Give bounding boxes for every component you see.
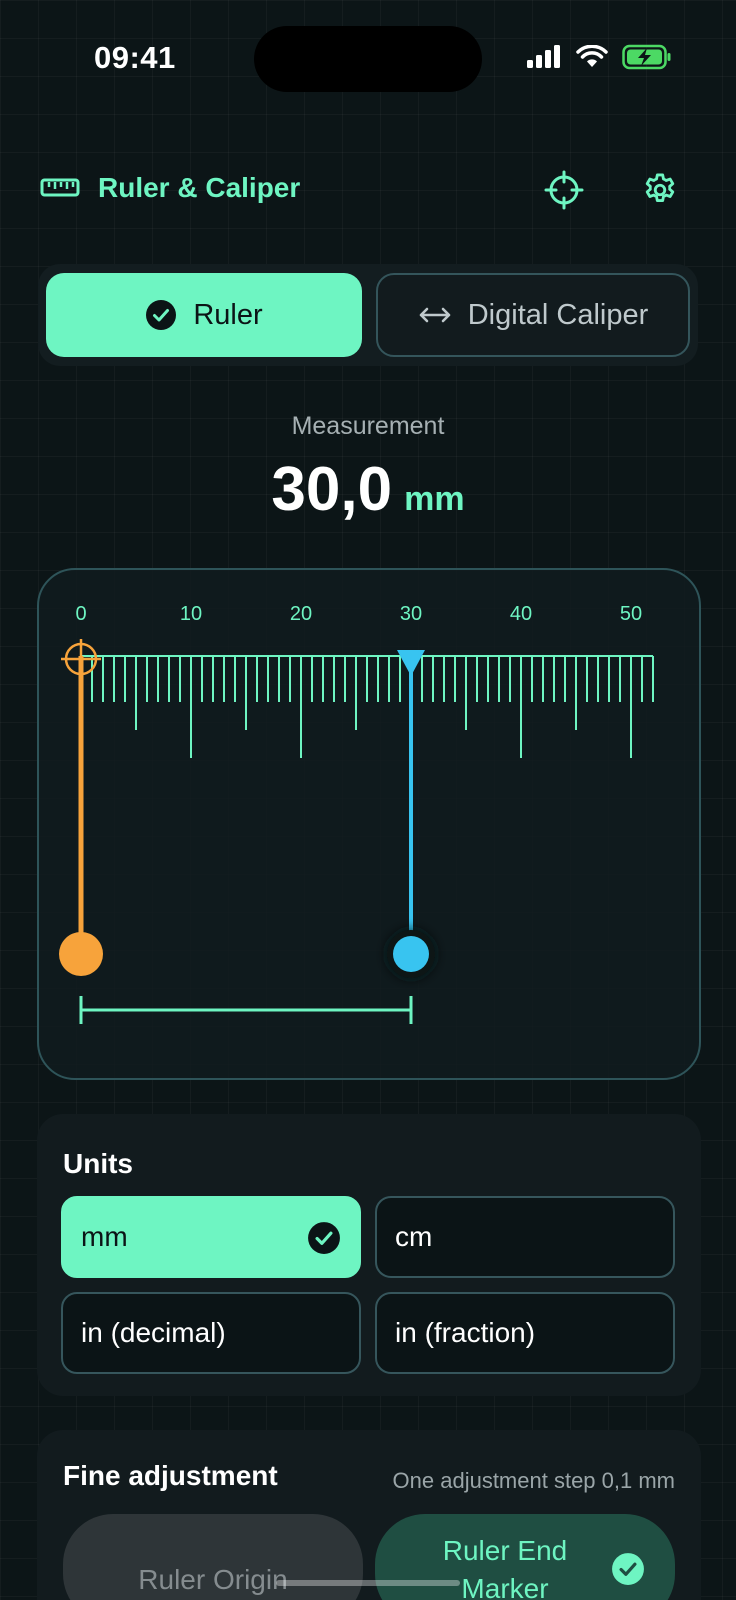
- check-circle-icon: [612, 1553, 644, 1585]
- ruler-scale-label: 30: [400, 603, 422, 625]
- home-indicator: [276, 1580, 460, 1586]
- ruler-end-label-line1: Ruler End: [442, 1535, 568, 1566]
- unit-option-label: in (decimal): [81, 1317, 226, 1348]
- unit-option-label: mm: [81, 1221, 128, 1252]
- ruler-scale-label: 20: [290, 603, 312, 625]
- measurement-readout: 30,0 mm: [0, 454, 736, 525]
- arrows-horizontal-icon: [419, 307, 451, 323]
- ruler-end-label: Ruler End Marker: [443, 1532, 568, 1600]
- ruler-scale-label: 50: [620, 603, 642, 625]
- measurement-label: Measurement: [291, 412, 445, 440]
- unit-option-in-fraction[interactable]: in (fraction): [375, 1292, 675, 1374]
- check-circle-icon: [146, 300, 177, 330]
- ruler-origin-button[interactable]: Ruler Origin: [63, 1514, 363, 1600]
- ruler-scale-label: 40: [510, 603, 532, 625]
- units-card: Units mm cm in (decimal) in (fraction): [37, 1114, 701, 1396]
- ruler-origin-label: Ruler Origin: [138, 1564, 288, 1595]
- fine-adjustment-title: Fine adjustment: [63, 1460, 278, 1491]
- unit-option-cm[interactable]: cm: [375, 1196, 675, 1278]
- unit-option-label: in (fraction): [395, 1317, 536, 1348]
- ruler-icon: [40, 178, 80, 197]
- ruler-scale: 0 10 20 30 40 50: [59, 603, 654, 1024]
- dynamic-island: [254, 26, 482, 92]
- unit-option-label: cm: [395, 1221, 433, 1252]
- measurement-value: 30,0: [271, 455, 393, 524]
- unit-option-in-decimal[interactable]: in (decimal): [61, 1292, 361, 1374]
- origin-crosshair-icon: [61, 639, 101, 679]
- crosshair-icon: [544, 170, 584, 210]
- ruler-end-label-line2: Marker: [461, 1573, 549, 1600]
- app-header: Ruler & Caliper: [40, 172, 300, 204]
- end-marker-triangle-icon: [397, 650, 425, 676]
- origin-drag-handle[interactable]: [59, 932, 103, 976]
- tab-ruler[interactable]: Ruler: [46, 273, 362, 357]
- tab-caliper-label: Digital Caliper: [467, 298, 649, 331]
- check-circle-icon: [308, 1222, 340, 1254]
- units-title: Units: [63, 1148, 133, 1179]
- status-icons: [526, 44, 672, 70]
- fine-adjustment-hint: One adjustment step 0,1 mm: [392, 1468, 675, 1493]
- wifi-icon: [576, 45, 608, 67]
- status-time: 09:41: [94, 40, 176, 75]
- unit-option-mm[interactable]: mm: [61, 1196, 361, 1278]
- gear-icon: [645, 173, 675, 203]
- end-drag-handle[interactable]: [393, 936, 429, 972]
- tab-digital-caliper[interactable]: Digital Caliper: [376, 273, 690, 357]
- measurement-unit: mm: [404, 480, 465, 518]
- ruler-scale-label: 10: [180, 603, 202, 625]
- ruler-end-marker-button[interactable]: Ruler End Marker: [375, 1514, 675, 1600]
- ruler-card: 0 10 20 30 40 50: [37, 568, 701, 1080]
- measurement-bracket: [79, 996, 413, 1024]
- settings-button[interactable]: [638, 168, 682, 212]
- mode-segmented-control: Ruler Digital Caliper: [38, 264, 698, 366]
- fine-adjustment-card: Fine adjustment One adjustment step 0,1 …: [37, 1430, 701, 1600]
- tab-ruler-label: Ruler: [193, 298, 263, 331]
- cellular-signal-icon: [527, 45, 560, 68]
- crosshair-button[interactable]: [542, 168, 586, 212]
- battery-charging-icon: [622, 44, 671, 70]
- ruler-scale-label: 0: [75, 603, 86, 625]
- app-title: Ruler & Caliper: [98, 172, 301, 203]
